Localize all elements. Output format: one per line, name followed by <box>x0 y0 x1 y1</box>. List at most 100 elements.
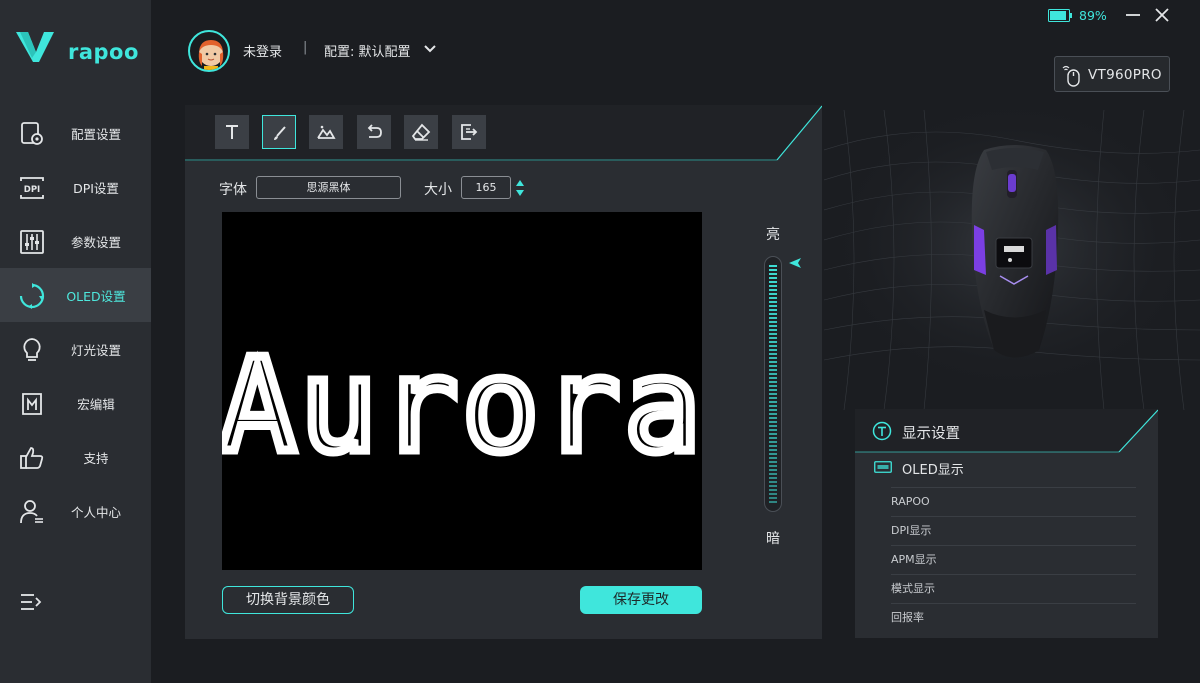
sliders-icon <box>20 230 44 254</box>
brightness-bar <box>769 317 777 319</box>
sidebar-item-label: OLED设置 <box>66 288 126 304</box>
sidebar-item-oled[interactable]: OLED设置 <box>0 268 151 322</box>
text-tool-icon <box>226 125 238 139</box>
brightness-bar <box>769 273 777 275</box>
brightness-bar <box>769 401 777 403</box>
brush-tool-icon <box>274 126 286 140</box>
brightness-bar <box>769 421 777 423</box>
device-name: VT960PRO <box>1088 67 1162 83</box>
sidebar-item-label: 支持 <box>83 450 109 466</box>
sidebar-nav: 配置设置 DPI DPI设置 参数设置 OLED设置 灯光设置 宏编辑 支持 个… <box>0 106 151 538</box>
sidebar-item-params[interactable]: 参数设置 <box>0 214 151 268</box>
oled-display-label: OLED显示 <box>902 463 964 478</box>
brightness-bar <box>769 425 777 427</box>
brightness-bar <box>769 345 777 347</box>
brightness-bar <box>769 393 777 395</box>
config-icon <box>21 122 43 145</box>
brightness-bar <box>769 301 777 303</box>
brightness-bar <box>769 349 777 351</box>
brand-name: rapoo <box>68 40 139 64</box>
font-select[interactable]: 思源黑体 <box>256 176 401 199</box>
brightness-bar <box>769 329 777 331</box>
sidebar-item-label: 配置设置 <box>70 126 121 142</box>
sidebar-item-dpi[interactable]: DPI DPI设置 <box>0 160 151 214</box>
sidebar-item-label: 灯光设置 <box>70 342 121 358</box>
brightness-bar <box>769 417 777 419</box>
brightness-bar <box>769 369 777 371</box>
text-tool-button[interactable] <box>215 115 249 149</box>
sidebar-item-lighting[interactable]: 灯光设置 <box>0 322 151 376</box>
save-button[interactable]: 保存更改 <box>580 586 702 614</box>
brightness-bar <box>769 309 777 311</box>
export-icon <box>461 124 478 140</box>
export-button[interactable] <box>452 115 486 149</box>
profile-selector[interactable]: 配置: 默认配置 <box>324 41 411 60</box>
oled-badge-icon <box>874 461 892 473</box>
login-status[interactable]: 未登录 <box>243 41 282 60</box>
eraser-tool-button[interactable] <box>404 115 438 149</box>
brightness-bar <box>769 269 777 271</box>
brightness-bar <box>769 377 777 379</box>
collapse-menu-icon[interactable] <box>18 590 44 614</box>
brightness-bar <box>769 281 777 283</box>
brush-tool-button[interactable] <box>262 115 296 149</box>
eraser-icon <box>411 123 431 141</box>
sidebar-item-support[interactable]: 支持 <box>0 430 151 484</box>
brightness-bar <box>769 437 777 439</box>
display-option-mode[interactable]: 模式显示 <box>891 574 1136 603</box>
text-circle-icon <box>872 421 892 441</box>
size-input[interactable]: 165 <box>461 176 511 199</box>
brightness-bar <box>769 353 777 355</box>
oled-refresh-icon <box>19 283 45 309</box>
display-option-apm[interactable]: APM显示 <box>891 545 1136 574</box>
oled-canvas[interactable]: Aurora <box>222 212 702 570</box>
display-option-dpi[interactable]: DPI显示 <box>891 516 1136 545</box>
brightness-bar <box>769 413 777 415</box>
oled-display-row[interactable]: OLED显示 <box>855 455 1158 485</box>
bulb-icon <box>23 338 41 361</box>
display-option-polling-rate[interactable]: 回报率 <box>891 603 1136 632</box>
brightness-bar <box>769 265 777 267</box>
brightness-bar <box>769 465 777 467</box>
brightness-bar <box>769 305 777 307</box>
brightness-bar <box>769 477 777 479</box>
brightness-bar <box>769 333 777 335</box>
chevron-down-icon[interactable] <box>422 42 438 56</box>
minimize-icon[interactable] <box>1124 6 1142 24</box>
sidebar-item-profile[interactable]: 个人中心 <box>0 484 151 538</box>
image-tool-button[interactable] <box>309 115 343 149</box>
toggle-background-button[interactable]: 切换背景颜色 <box>222 586 354 614</box>
avatar[interactable] <box>188 30 230 72</box>
brightness-bar <box>769 497 777 499</box>
display-settings-panel: 显示设置 OLED显示 RAPOO DPI显示 APM显示 模式显示 回报率 <box>855 409 1158 638</box>
sidebar-item-config[interactable]: 配置设置 <box>0 106 151 160</box>
display-option-rapoo[interactable]: RAPOO <box>891 487 1136 516</box>
brightness-bar <box>769 321 777 323</box>
brightness-bar <box>769 489 777 491</box>
canvas-text: Aurora <box>222 332 702 481</box>
slider-handle-icon[interactable] <box>788 257 802 269</box>
size-stepper-icon[interactable] <box>515 179 525 197</box>
brightness-bar <box>769 501 777 503</box>
brightness-bar <box>769 405 777 407</box>
oled-editor-panel: 字体 思源黑体 大小 165 Aurora 亮 暗 切换背景颜色 保存更改 <box>185 105 822 639</box>
undo-icon <box>367 124 382 138</box>
device-selector-button[interactable]: VT960PRO <box>1054 56 1170 92</box>
brightness-bar <box>769 313 777 315</box>
brightness-bar <box>769 337 777 339</box>
sidebar-item-macro[interactable]: 宏编辑 <box>0 376 151 430</box>
brightness-bar <box>769 473 777 475</box>
avatar-face-icon <box>198 40 224 70</box>
sidebar-item-label: DPI设置 <box>73 180 119 196</box>
brightness-bar <box>769 457 777 459</box>
brightness-high-label: 亮 <box>766 227 780 243</box>
canvas-drawing: Aurora <box>222 328 702 486</box>
brightness-bar <box>769 429 777 431</box>
brightness-bar <box>769 325 777 327</box>
undo-button[interactable] <box>357 115 391 149</box>
brightness-bar <box>769 449 777 451</box>
brightness-bar <box>769 469 777 471</box>
brightness-bar <box>769 373 777 375</box>
font-label: 字体 <box>219 182 247 198</box>
close-icon[interactable] <box>1153 6 1171 24</box>
